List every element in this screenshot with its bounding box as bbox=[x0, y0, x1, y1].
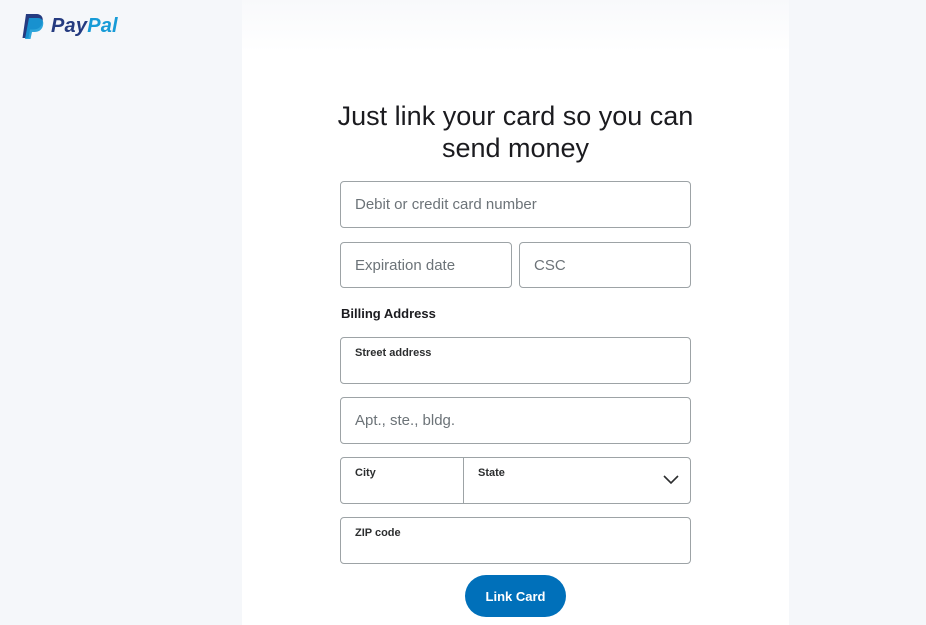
chevron-down-icon[interactable] bbox=[662, 472, 680, 486]
expiration-date-field[interactable] bbox=[340, 242, 512, 288]
zip-code-field[interactable]: ZIP code bbox=[340, 517, 691, 564]
expiration-date-input[interactable] bbox=[341, 243, 511, 287]
page-title: Just link your card so you can send mone… bbox=[242, 100, 789, 164]
billing-address-heading: Billing Address bbox=[341, 306, 436, 321]
title-line-2: send money bbox=[441, 133, 590, 163]
csc-input[interactable] bbox=[520, 243, 690, 287]
apartment-input[interactable] bbox=[341, 398, 690, 443]
city-label: City bbox=[355, 467, 376, 479]
apartment-field[interactable] bbox=[340, 397, 691, 444]
zip-code-label: ZIP code bbox=[355, 527, 401, 539]
paypal-logo-icon bbox=[22, 14, 44, 39]
link-card-button[interactable]: Link Card bbox=[465, 575, 566, 617]
csc-field[interactable] bbox=[519, 242, 691, 288]
paypal-logo[interactable]: PayPal bbox=[19, 12, 118, 40]
panel-header-band bbox=[242, 0, 789, 52]
title-line-1: Just link your card so you can bbox=[337, 101, 694, 131]
card-number-input[interactable] bbox=[341, 182, 690, 227]
brand-name-part1: Pay bbox=[51, 14, 88, 37]
paypal-wordmark: PayPal bbox=[51, 15, 118, 38]
state-label: State bbox=[478, 467, 505, 479]
street-address-field[interactable]: Street address bbox=[340, 337, 691, 384]
brand-name-part2: Pal bbox=[87, 14, 118, 37]
state-select[interactable]: State bbox=[464, 458, 690, 503]
city-field[interactable]: City bbox=[341, 458, 464, 503]
street-address-label: Street address bbox=[355, 347, 432, 359]
card-number-field[interactable] bbox=[340, 181, 691, 228]
city-state-group: City State bbox=[340, 457, 691, 504]
